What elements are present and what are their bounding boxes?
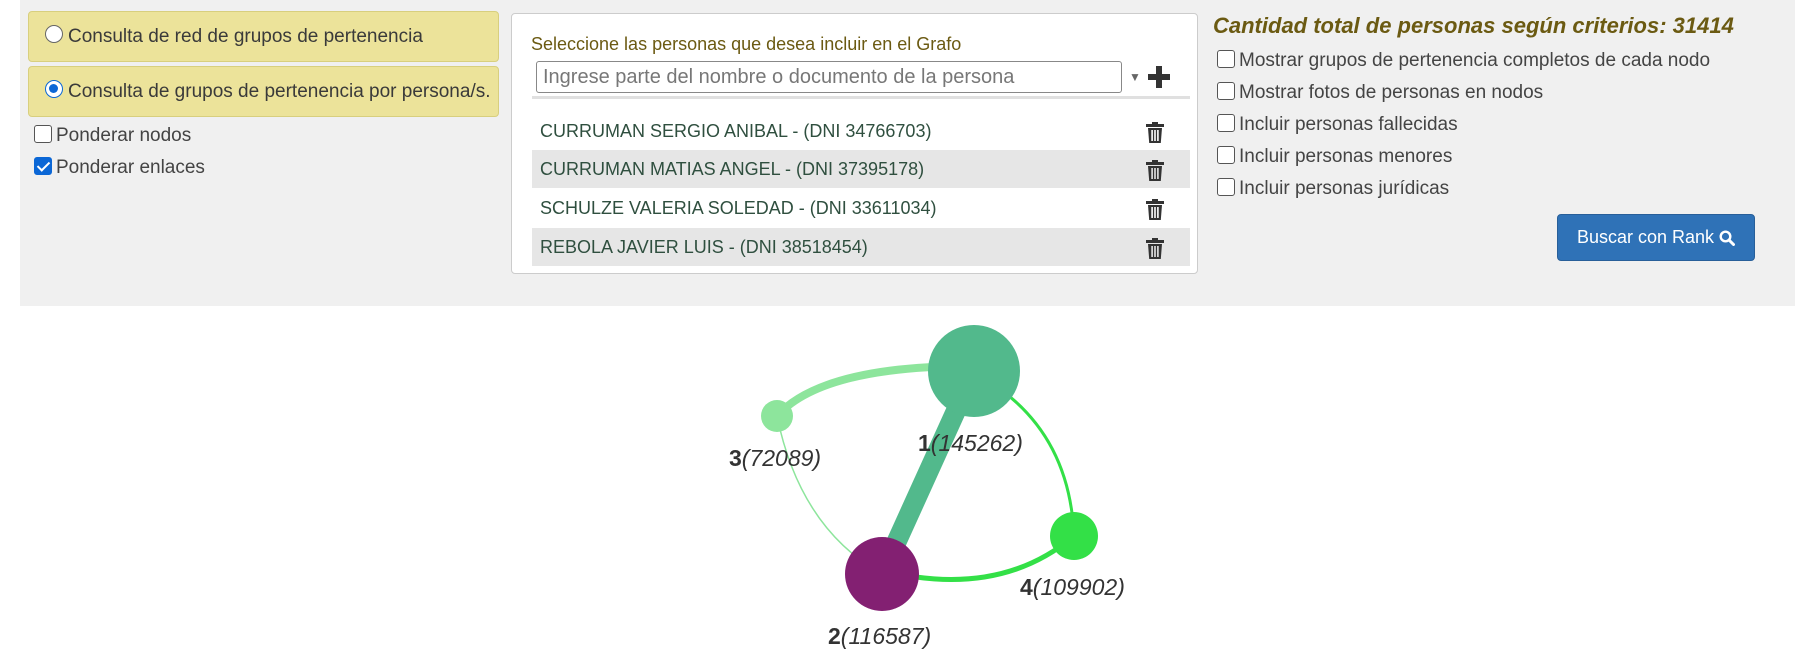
node-2-label: 2(116587): [828, 623, 931, 649]
edge-1-4: [999, 387, 1076, 537]
node-1-label: 1(145262): [918, 430, 1023, 456]
node-3-label: 3(72089): [729, 445, 821, 471]
network-graph: 1(145262) 2(116587) 3(72089) 4(109902): [729, 325, 1125, 649]
node-2[interactable]: [845, 537, 919, 611]
node-1[interactable]: [928, 325, 1020, 417]
node-4-label: 4(109902): [1020, 574, 1125, 600]
node-3[interactable]: [761, 400, 793, 432]
edge-2-4: [915, 534, 1076, 582]
node-4[interactable]: [1050, 512, 1098, 560]
